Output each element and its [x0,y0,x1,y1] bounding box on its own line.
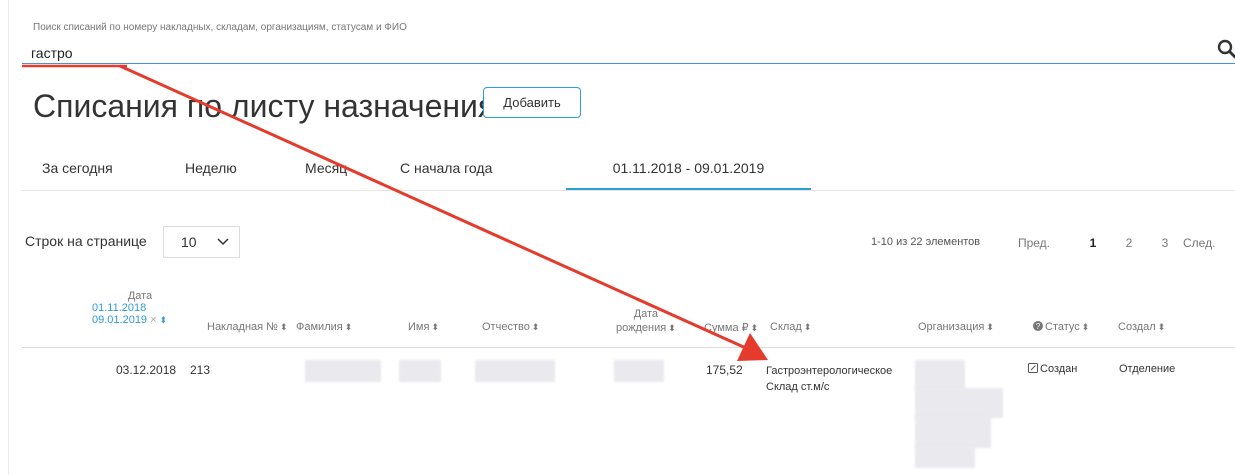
column-sum[interactable]: Сумма ₽ ⬍ [704,321,758,334]
column-invoice[interactable]: Накладная № ⬍ [207,321,288,333]
pagination-page-1[interactable]: 1 [1083,229,1103,257]
column-birth-date-line1: Дата [633,308,659,320]
edit-icon [1028,363,1038,373]
sort-icon: ⬍ [344,322,353,332]
period-tabs: За сегодня Неделю Месяц С начала года 01… [22,150,1235,191]
sort-icon: ⬍ [668,323,676,333]
column-organization[interactable]: Организация ⬍ [918,321,994,333]
clear-date-icon[interactable]: × [150,314,156,326]
column-patronymic[interactable]: Отчество ⬍ [482,321,539,333]
column-first-name[interactable]: Имя ⬍ [408,321,439,333]
rows-per-page-select[interactable]: 10 [163,226,240,258]
redacted-birth-date [614,360,664,382]
search-underline [22,63,1235,64]
sort-icon: ⬍ [431,322,439,332]
column-last-name[interactable]: Фамилия ⬍ [296,321,352,333]
sort-icon[interactable]: ⬍ [160,315,168,325]
tab-month[interactable]: Месяц [305,150,347,188]
pagination-info: 1-10 из 22 элементов [871,236,981,248]
cell-sum: 175,52 [706,363,743,377]
sort-icon: ⬍ [1081,322,1090,332]
chevron-down-icon [217,238,229,246]
search-hint: Поиск списаний по номеру накладных, скла… [33,22,407,33]
pagination-prev[interactable]: Пред. [1012,229,1056,257]
column-warehouse[interactable]: Склад ⬍ [770,321,811,333]
table-header-divider [22,347,1235,348]
cell-date: 03.12.2018 [116,363,177,377]
column-date[interactable]: Дата 01.11.2018 09.01.2019 × ⬍ [80,290,180,326]
sort-icon: ⬍ [986,322,994,332]
left-border [8,0,9,475]
cell-status[interactable]: Создан [1028,363,1077,375]
redacted-last-name [305,360,381,382]
redacted-first-name [399,360,441,382]
cell-warehouse-line2: Склад ст.м/с [766,381,830,393]
sort-icon: ⬍ [531,322,540,332]
pagination-page-3[interactable]: 3 [1155,229,1175,257]
cell-warehouse-line1: Гастроэнтерологическое [766,365,893,377]
column-birth-date[interactable]: Дата рождения ⬍ [616,307,676,335]
pagination-page-2[interactable]: 2 [1119,229,1139,257]
date-range-from: 01.11.2018 [92,302,147,314]
cell-created-by: Отделение [1119,363,1176,375]
tab-today[interactable]: За сегодня [42,150,113,188]
add-button[interactable]: Добавить [483,87,581,118]
rows-per-page-value: 10 [181,234,197,250]
sort-icon: ⬍ [750,323,759,333]
rows-per-page-label: Строк на странице [25,233,147,249]
sort-icon: ⬍ [1157,322,1166,332]
page-title: Списания по листу назначения [33,88,496,124]
column-created-by[interactable]: Создал ⬍ [1118,321,1165,333]
search-input[interactable] [31,43,1211,63]
column-status[interactable]: ? Статус ⬍ [1033,321,1089,333]
tab-week[interactable]: Неделю [185,150,237,188]
sort-icon: ⬍ [279,322,288,332]
column-date-label: Дата [127,290,153,302]
search-icon[interactable] [1216,38,1235,60]
cell-warehouse: Гастроэнтерологическое Склад ст.м/с [766,363,892,395]
date-range-to: 09.01.2019 [92,314,148,326]
sort-icon: ⬍ [803,322,812,332]
help-icon: ? [1033,321,1043,331]
cell-status-label: Создан [1040,363,1078,375]
pagination-next[interactable]: След. [1183,229,1235,257]
redacted-patronymic [475,360,555,382]
cell-invoice: 213 [190,363,211,377]
svg-text:?: ? [1036,322,1041,331]
tab-date-range[interactable]: 01.11.2018 - 09.01.2019 [566,150,811,190]
tab-year-start[interactable]: С начала года [400,150,492,188]
